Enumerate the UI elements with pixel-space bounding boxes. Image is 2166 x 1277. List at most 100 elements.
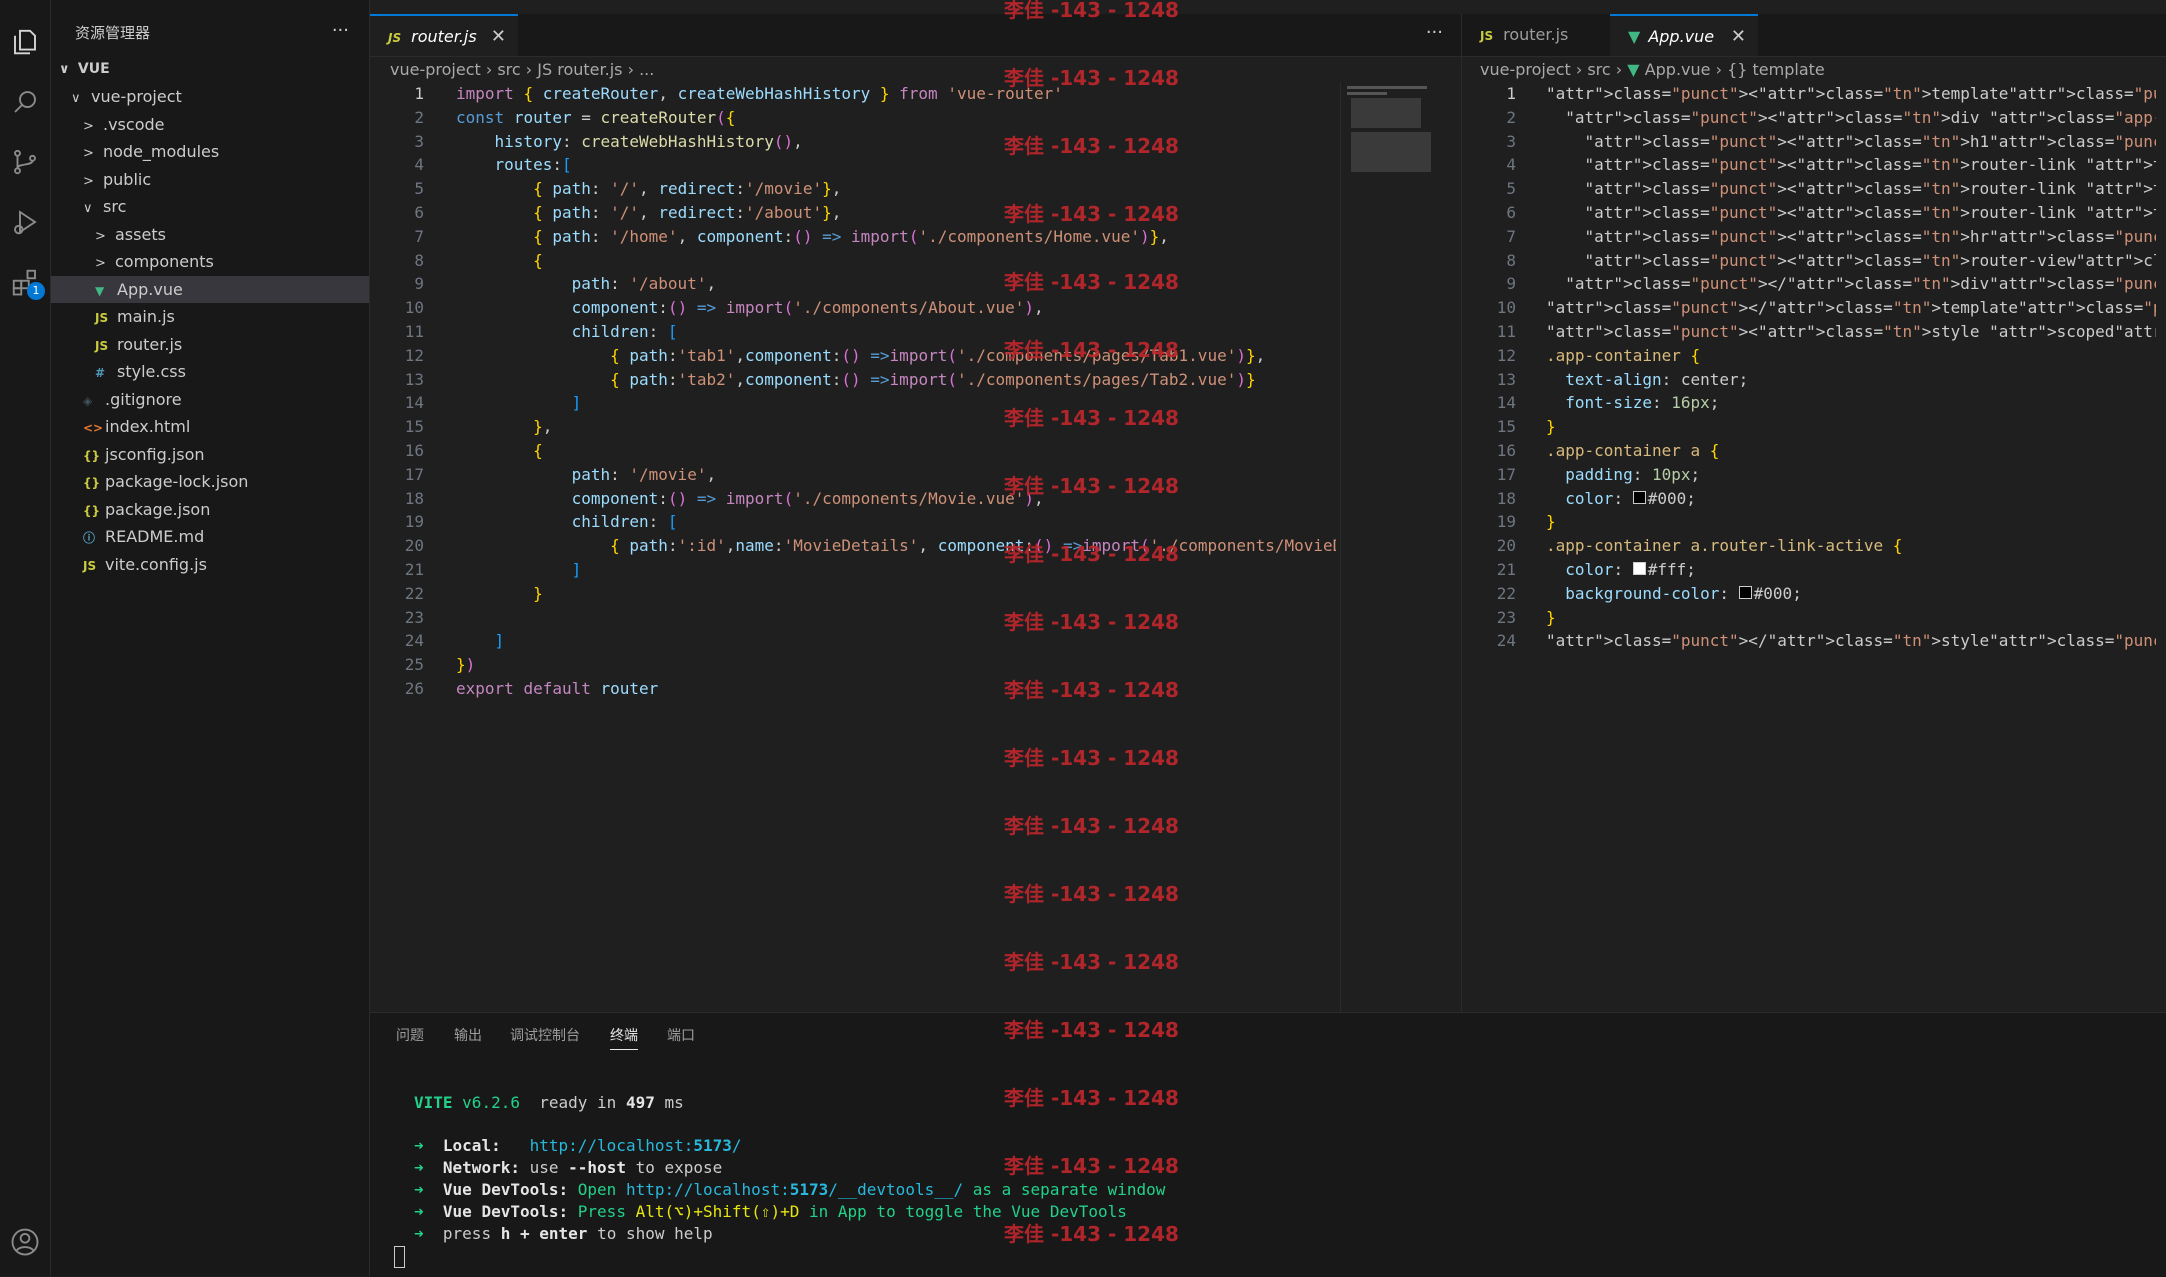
code-line[interactable]: "attr">class="punct"><"attr">class="tn">… bbox=[1546, 201, 2156, 225]
code-line[interactable]: ] bbox=[456, 558, 1336, 582]
tree-item[interactable]: <> index.html bbox=[51, 413, 369, 440]
tab-problems[interactable]: 问题 bbox=[396, 1025, 424, 1045]
tab-debug-console[interactable]: 调试控制台 bbox=[510, 1025, 580, 1045]
breadcrumb-item[interactable]: ... bbox=[639, 60, 654, 79]
close-tab-icon[interactable]: ✕ bbox=[1731, 16, 1746, 58]
tree-item[interactable]: ⓘ README.md bbox=[51, 523, 369, 550]
code-line[interactable]: } bbox=[1546, 606, 2156, 630]
tree-item[interactable]: ▼ App.vue bbox=[51, 275, 369, 303]
code-line[interactable]: path: '/about', bbox=[456, 272, 1336, 296]
code-line[interactable]: "attr">class="punct"><"attr">class="tn">… bbox=[1546, 106, 2156, 130]
tab-output[interactable]: 输出 bbox=[454, 1025, 482, 1045]
tab-router-js-right[interactable]: JS router.js bbox=[1462, 14, 1610, 56]
tree-item[interactable]: ∨ vue-project bbox=[51, 83, 369, 110]
code-line[interactable]: import { createRouter, createWebHashHist… bbox=[456, 82, 1336, 106]
minimap[interactable] bbox=[1340, 82, 1445, 1012]
explorer-icon[interactable] bbox=[5, 22, 45, 62]
code-line[interactable]: "attr">class="punct"></"attr">class="tn"… bbox=[1546, 272, 2156, 296]
code-line[interactable]: "attr">class="punct"><"attr">class="tn">… bbox=[1546, 130, 2156, 154]
tree-item[interactable]: JS main.js bbox=[51, 303, 369, 330]
code-line[interactable]: { bbox=[456, 439, 1336, 463]
code-line[interactable]: { path: '/home', component:() => import(… bbox=[456, 225, 1336, 249]
code-line[interactable]: component:() => import('./components/Mov… bbox=[456, 487, 1336, 511]
code-line[interactable]: "attr">class="punct"><"attr">class="tn">… bbox=[1546, 82, 2156, 106]
code-line[interactable]: export default router bbox=[456, 677, 1336, 701]
tree-item[interactable]: > assets bbox=[51, 221, 369, 248]
code-line[interactable]: font-size: 16px; bbox=[1546, 391, 2156, 415]
run-debug-icon[interactable] bbox=[5, 202, 45, 242]
workspace-root[interactable]: ∨ VUE bbox=[51, 56, 369, 83]
code-line[interactable]: }, bbox=[456, 415, 1336, 439]
code-line[interactable]: children: [ bbox=[456, 510, 1336, 534]
line-number: 20 bbox=[404, 536, 424, 556]
code-editor-router-js[interactable]: import { createRouter, createWebHashHist… bbox=[456, 82, 1336, 1012]
breadcrumb-item[interactable]: App.vue bbox=[1645, 60, 1711, 79]
search-icon[interactable] bbox=[5, 82, 45, 122]
code-line[interactable]: }) bbox=[456, 653, 1336, 677]
breadcrumb-item[interactable]: JS router.js bbox=[537, 60, 622, 79]
code-line[interactable] bbox=[456, 606, 1336, 630]
code-line[interactable]: "attr">class="punct"><"attr">class="tn">… bbox=[1546, 249, 2156, 273]
code-line[interactable]: .app-container a.router-link-active { bbox=[1546, 534, 2156, 558]
code-line[interactable]: { path:':id',name:'MovieDetails', compon… bbox=[456, 534, 1336, 558]
code-line[interactable]: color: #000; bbox=[1546, 487, 2156, 511]
source-control-icon[interactable] bbox=[5, 142, 45, 182]
tree-item[interactable]: > public bbox=[51, 166, 369, 193]
code-line[interactable]: routes:[ bbox=[456, 153, 1336, 177]
tree-item[interactable]: > components bbox=[51, 248, 369, 275]
code-line[interactable]: .app-container a { bbox=[1546, 439, 2156, 463]
code-line[interactable]: { path: '/', redirect:'/movie'}, bbox=[456, 177, 1336, 201]
editor-more-icon[interactable]: ··· bbox=[1426, 22, 1443, 43]
code-line[interactable]: { path:'tab2',component:() =>import('./c… bbox=[456, 368, 1336, 392]
code-line[interactable]: history: createWebHashHistory(), bbox=[456, 130, 1336, 154]
code-line[interactable]: ] bbox=[456, 629, 1336, 653]
tree-item[interactable]: > node_modules bbox=[51, 138, 369, 165]
code-line[interactable]: "attr">class="punct"><"attr">class="tn">… bbox=[1546, 177, 2156, 201]
tree-item[interactable]: {} package-lock.json bbox=[51, 468, 369, 495]
code-line[interactable]: background-color: #000; bbox=[1546, 582, 2156, 606]
tab-app-vue[interactable]: ▼ App.vue ✕ bbox=[1610, 14, 1758, 56]
account-icon[interactable] bbox=[5, 1222, 45, 1262]
tree-item[interactable]: ◈ .gitignore bbox=[51, 386, 369, 413]
breadcrumb-item[interactable]: src bbox=[497, 60, 520, 79]
code-line[interactable]: const router = createRouter({ bbox=[456, 106, 1336, 130]
code-line[interactable]: "attr">class="punct"></"attr">class="tn"… bbox=[1546, 629, 2156, 653]
tree-item[interactable]: ∨ src bbox=[51, 193, 369, 220]
code-line[interactable]: .app-container { bbox=[1546, 344, 2156, 368]
code-line[interactable]: } bbox=[1546, 415, 2156, 439]
breadcrumb-item[interactable]: src bbox=[1587, 60, 1610, 79]
close-tab-icon[interactable]: ✕ bbox=[491, 16, 506, 58]
tab-router-js[interactable]: JS router.js ✕ bbox=[370, 14, 518, 56]
code-line[interactable]: color: #fff; bbox=[1546, 558, 2156, 582]
code-line[interactable]: "attr">class="punct"><"attr">class="tn">… bbox=[1546, 320, 2156, 344]
tree-item[interactable]: # style.css bbox=[51, 358, 369, 385]
breadcrumb-item[interactable]: vue-project bbox=[390, 60, 481, 79]
tree-item[interactable]: {} jsconfig.json bbox=[51, 441, 369, 468]
tab-terminal[interactable]: 终端 bbox=[610, 1025, 638, 1050]
code-line[interactable]: path: '/movie', bbox=[456, 463, 1336, 487]
terminal-cursor[interactable] bbox=[394, 1246, 405, 1268]
code-line[interactable]: } bbox=[1546, 510, 2156, 534]
code-line[interactable]: padding: 10px; bbox=[1546, 463, 2156, 487]
breadcrumb-item[interactable]: vue-project bbox=[1480, 60, 1571, 79]
tree-item[interactable]: JS vite.config.js bbox=[51, 551, 369, 578]
tree-item[interactable]: JS router.js bbox=[51, 331, 369, 358]
tree-item[interactable]: > .vscode bbox=[51, 111, 369, 138]
code-line[interactable]: } bbox=[456, 582, 1336, 606]
more-actions-icon[interactable]: ··· bbox=[332, 20, 349, 41]
tab-ports[interactable]: 端口 bbox=[667, 1025, 695, 1045]
code-line[interactable]: text-align: center; bbox=[1546, 368, 2156, 392]
breadcrumb-item[interactable]: {} template bbox=[1727, 60, 1825, 79]
code-line[interactable]: children: [ bbox=[456, 320, 1336, 344]
code-line[interactable]: { path:'tab1',component:() =>import('./c… bbox=[456, 344, 1336, 368]
code-line[interactable]: "attr">class="punct"><"attr">class="tn">… bbox=[1546, 225, 2156, 249]
extensions-icon[interactable]: 1 bbox=[5, 262, 45, 302]
code-line[interactable]: ] bbox=[456, 391, 1336, 415]
code-editor-app-vue[interactable]: "attr">class="punct"><"attr">class="tn">… bbox=[1546, 82, 2156, 1012]
code-line[interactable]: "attr">class="punct"><"attr">class="tn">… bbox=[1546, 153, 2156, 177]
code-line[interactable]: { bbox=[456, 249, 1336, 273]
code-line[interactable]: { path: '/', redirect:'/about'}, bbox=[456, 201, 1336, 225]
tree-item[interactable]: {} package.json bbox=[51, 496, 369, 523]
code-line[interactable]: component:() => import('./components/Abo… bbox=[456, 296, 1336, 320]
code-line[interactable]: "attr">class="punct"></"attr">class="tn"… bbox=[1546, 296, 2156, 320]
